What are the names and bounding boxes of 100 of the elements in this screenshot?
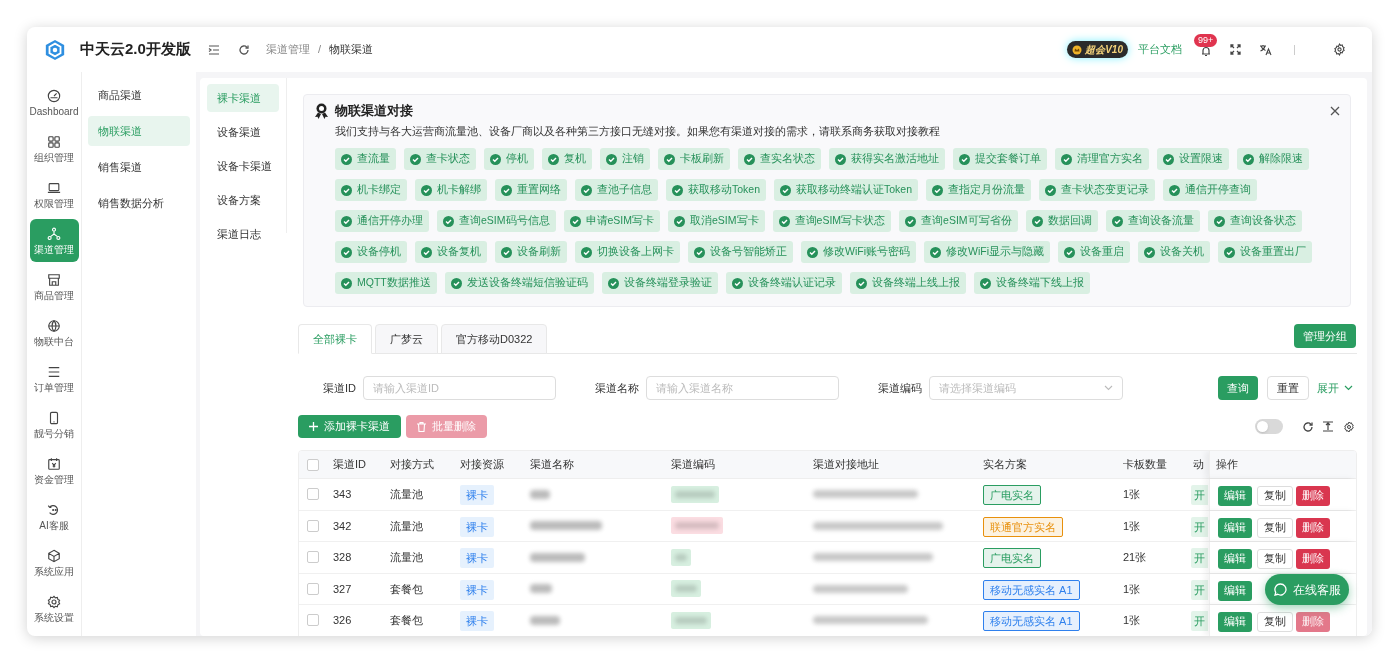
check-circle-icon — [1243, 153, 1254, 165]
copy-button[interactable]: 复制 — [1257, 486, 1293, 507]
expand-link[interactable]: 展开 — [1317, 379, 1339, 397]
refresh-icon[interactable] — [1302, 420, 1314, 433]
capability-tag: 查池子信息 — [575, 179, 658, 201]
capability-tag: 设备终端登录验证 — [601, 272, 718, 294]
channel-menu-item[interactable]: 设备卡渠道 — [207, 152, 279, 180]
table-cell-text: 流量池 — [389, 487, 424, 502]
translate-icon[interactable] — [1259, 43, 1272, 56]
realname-tag: 联通官方实名 — [983, 516, 1063, 537]
calendar-icon — [47, 456, 61, 471]
reset-button[interactable]: 重置 — [1267, 376, 1309, 400]
capability-tag: 设备关机 — [1138, 241, 1210, 263]
capability-tag: 设备终端上线上报 — [849, 272, 966, 294]
nav-item[interactable]: 系统应用 — [29, 541, 79, 584]
copy-button[interactable]: 复制 — [1257, 517, 1293, 538]
table-cell-text: 流量池 — [389, 550, 424, 565]
blurred-text — [530, 521, 602, 531]
nav-item[interactable]: 系统设置 — [29, 587, 79, 630]
nav-item[interactable]: AI客服 — [29, 495, 79, 538]
status-tag: 开 — [1191, 579, 1208, 600]
settings-icon[interactable] — [1343, 420, 1355, 433]
settings-icon[interactable] — [1333, 43, 1346, 56]
group-tab[interactable]: 官方移动D0322 — [441, 324, 548, 354]
check-circle-icon — [1224, 246, 1235, 258]
plus-icon — [309, 422, 318, 431]
copy-button[interactable]: 复制 — [1257, 549, 1293, 570]
submenu-item[interactable]: 销售数据分析 — [88, 188, 190, 218]
column-height-icon[interactable] — [1323, 421, 1333, 432]
input-field[interactable]: 请输入渠道名称 — [646, 376, 839, 400]
check-circle-icon — [341, 215, 352, 227]
capability-tag: 设备重置出厂 — [1218, 241, 1312, 263]
close-icon[interactable] — [1330, 105, 1340, 116]
check-circle-icon — [581, 246, 592, 258]
checkbox[interactable] — [306, 519, 319, 532]
delete-button[interactable]: 删除 — [1296, 549, 1330, 570]
phone-icon — [47, 410, 61, 425]
capability-tag: 查询设备流量 — [1105, 210, 1200, 232]
channel-menu-item[interactable]: 设备渠道 — [207, 118, 279, 146]
group-tab[interactable]: 全部裸卡 — [298, 324, 372, 354]
nav-item[interactable]: Dashboard — [29, 81, 79, 124]
nav-item[interactable]: 权限管理 — [29, 173, 79, 216]
chevron-down-icon[interactable] — [1344, 385, 1353, 391]
cube-icon — [47, 548, 61, 563]
capability-tag: 切换设备上网卡 — [575, 241, 680, 263]
checkbox[interactable] — [306, 614, 319, 627]
menu-icon[interactable] — [208, 43, 220, 56]
table-cell-text: 套餐包 — [389, 613, 424, 628]
capability-tag: 机卡绑定 — [335, 179, 407, 201]
nav-item[interactable]: 组织管理 — [29, 127, 79, 170]
nav-item[interactable]: 靓号分销 — [29, 403, 79, 446]
vip-badge[interactable]: 超会V10 — [1067, 41, 1128, 58]
capability-tag: 获得实名激活地址 — [829, 148, 945, 170]
capability-tag: 查询eSIM可写省份 — [899, 210, 1018, 232]
channel-menu-item[interactable]: 设备方案 — [207, 186, 279, 214]
column-header: 操作 — [1209, 451, 1356, 478]
check-circle-icon — [1169, 184, 1181, 196]
check-circle-icon — [664, 153, 675, 165]
submenu-item[interactable]: 商品渠道 — [88, 80, 190, 110]
toggle-switch[interactable] — [1255, 419, 1283, 434]
capability-tag: 设置限速 — [1157, 148, 1229, 170]
capability-tag: 提交套餐订单 — [953, 148, 1047, 170]
checkbox[interactable] — [306, 458, 319, 471]
docs-link[interactable]: 平台文档 — [1138, 41, 1182, 58]
capability-tag: 查实名状态 — [738, 148, 821, 170]
refresh-icon[interactable] — [238, 43, 250, 56]
blurred-text — [530, 489, 550, 499]
checkbox[interactable] — [306, 551, 319, 564]
capability-tag: 获取移动终端认证Token — [774, 179, 919, 201]
fullscreen-icon[interactable] — [1230, 44, 1241, 55]
nav-item[interactable]: 订单管理 — [29, 357, 79, 400]
breadcrumb-item: 物联渠道 — [329, 42, 374, 58]
blurred-text — [530, 615, 560, 625]
submenu-item[interactable]: 销售渠道 — [88, 152, 190, 182]
group-tab[interactable]: 广梦云 — [375, 324, 438, 354]
check-circle-icon — [1064, 246, 1075, 258]
status-tag: 开 — [1191, 485, 1208, 506]
delete-button[interactable]: 删除 — [1296, 517, 1330, 538]
delete-button[interactable]: 删除 — [1296, 486, 1330, 507]
checkbox[interactable] — [306, 582, 319, 595]
channel-menu-item[interactable]: 渠道日志 — [207, 220, 279, 248]
nav-item[interactable]: 资金管理 — [29, 449, 79, 492]
check-circle-icon — [1163, 153, 1174, 165]
breadcrumb-item[interactable]: 渠道管理 — [266, 41, 310, 58]
nav-item[interactable]: 物联中台 — [29, 311, 79, 354]
check-circle-icon — [490, 153, 501, 165]
checkbox[interactable] — [306, 488, 319, 501]
nav-item[interactable]: 商品管理 — [29, 265, 79, 308]
filter-label: 渠道名称 — [594, 380, 640, 396]
check-circle-icon — [1144, 246, 1155, 258]
copy-button[interactable]: 复制 — [1257, 612, 1293, 633]
blurred-text — [530, 552, 585, 562]
input-field[interactable]: 请输入渠道ID — [363, 376, 556, 400]
status-tag: 开 — [1191, 516, 1208, 537]
bell-icon[interactable] — [1200, 44, 1212, 57]
capability-tag: 停机 — [484, 148, 534, 170]
table-cell-text: 流量池 — [389, 518, 424, 534]
column-header: 对接资源 — [459, 457, 505, 473]
capability-tag: 清理官方实名 — [1055, 148, 1149, 170]
table-cell-text: 326 — [332, 613, 353, 628]
